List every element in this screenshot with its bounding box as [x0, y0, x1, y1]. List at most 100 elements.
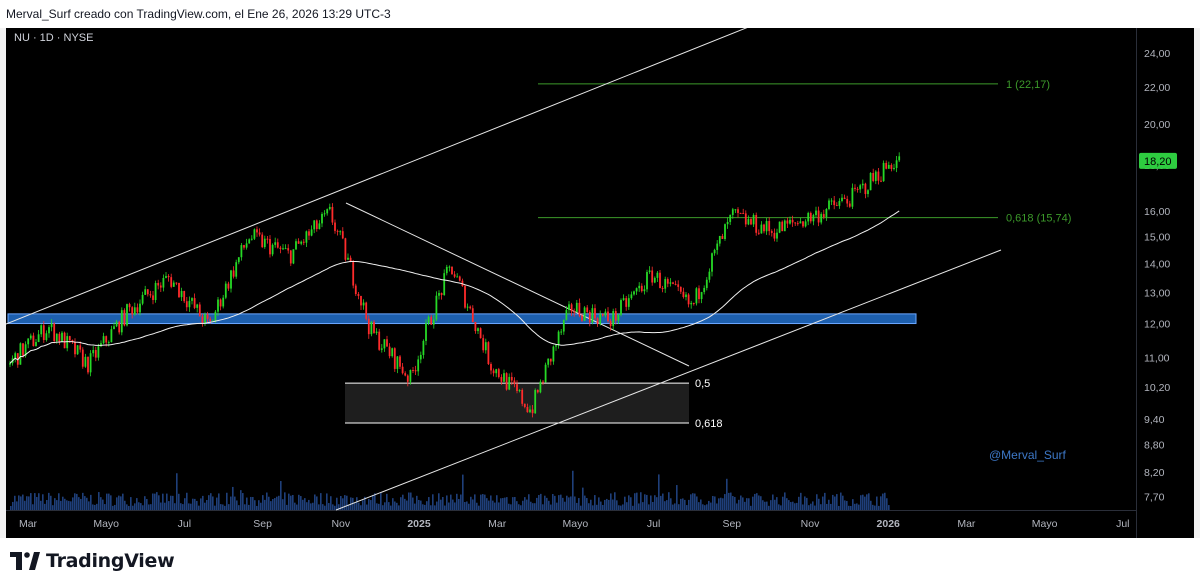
candle-body [354, 285, 357, 295]
volume-bar [622, 504, 624, 510]
candle-body [674, 283, 677, 285]
chart-area[interactable]: 0,5 0,618 1 (22,17) 0,618 (15,74) @Merval_Su… [6, 28, 1194, 538]
volume-bar [710, 502, 712, 510]
volume-bar [12, 501, 14, 510]
volume-bar [124, 500, 126, 510]
volume-bar [724, 494, 726, 510]
candle-body [874, 171, 877, 182]
price-chart[interactable]: 0,5 0,618 1 (22,17) 0,618 (15,74) @Merval_Su… [6, 28, 1194, 538]
volume-bar [326, 493, 328, 510]
volume-bar [452, 499, 454, 510]
volume-bar [420, 500, 422, 510]
candle-body [848, 203, 851, 207]
candle-body [731, 209, 734, 215]
volume-bar [390, 505, 392, 510]
volume-bar [608, 499, 610, 510]
volume-bar [184, 498, 186, 510]
candle-body [609, 321, 612, 327]
volume-bar [844, 500, 846, 510]
candle-body [479, 328, 482, 339]
volume-bar [714, 496, 716, 510]
volume-bar [586, 498, 588, 510]
volume-bar [678, 504, 680, 510]
volume-bar [42, 494, 44, 510]
volume-bar [760, 496, 762, 510]
volume-bar [434, 505, 436, 510]
candle-body [638, 285, 641, 289]
candle-body [323, 213, 326, 215]
volume-bar [866, 494, 868, 510]
candle-body [534, 389, 537, 414]
candle-body [27, 338, 30, 345]
volume-bar [454, 502, 456, 510]
volume-bar [530, 501, 532, 510]
volume-bar [62, 496, 64, 510]
candle-body [40, 325, 43, 335]
volume-bar [358, 502, 360, 510]
volume-bar [286, 504, 288, 510]
volume-bar [220, 504, 222, 510]
volume-bar [246, 497, 248, 510]
candle-body [227, 283, 230, 289]
volume-bar [514, 496, 516, 510]
candle-body [477, 328, 479, 332]
volume-bar [372, 494, 374, 510]
candle-body [276, 242, 279, 248]
volume-bar [574, 496, 576, 510]
candle-body [872, 172, 875, 182]
candle-body [601, 314, 604, 316]
volume-bar [176, 473, 178, 510]
volume-bar [854, 503, 856, 510]
volume-bar [468, 503, 470, 510]
candle-body [807, 212, 810, 222]
volume-bar [378, 503, 380, 510]
candle-body [92, 349, 95, 354]
candle-body [81, 349, 84, 367]
candle-body [799, 221, 802, 224]
candle-body [768, 221, 771, 232]
volume-bar [806, 497, 808, 510]
volume-bar [116, 497, 118, 510]
volume-bar [790, 502, 792, 510]
candle-body [490, 364, 492, 371]
volume-bar [426, 501, 428, 510]
volume-bar [360, 505, 362, 510]
candle-body [661, 287, 664, 289]
volume-bar [516, 501, 518, 510]
candle-body [53, 323, 56, 342]
candle-body [570, 304, 573, 312]
candle-body [469, 306, 472, 309]
candle-body [812, 215, 815, 222]
volume-bar [552, 494, 554, 510]
tradingview-logo[interactable]: TradingView [10, 550, 175, 572]
candle-body [295, 241, 297, 250]
volume-bar [510, 504, 512, 510]
volume-bar [670, 498, 672, 510]
candle-body [822, 214, 825, 218]
volume-bar [72, 497, 74, 510]
volume-bar [634, 493, 636, 510]
candle-body [315, 220, 318, 230]
candle-body [248, 239, 251, 244]
candle-body [544, 364, 547, 383]
candle-body [258, 232, 261, 235]
candle-body [752, 214, 755, 225]
candle-body [630, 294, 633, 299]
volume-bar [392, 498, 394, 510]
candle-body [614, 311, 617, 321]
volume-bar [616, 500, 618, 510]
volume-bar [20, 496, 22, 510]
volume-bar [182, 504, 184, 510]
volume-bar [698, 502, 700, 510]
volume-bar [870, 500, 872, 510]
volume-bar [732, 496, 734, 510]
time-tick-label: Mayo [93, 518, 119, 530]
volume-bar [148, 504, 150, 510]
candle-body [32, 335, 35, 347]
candle-body [789, 219, 791, 224]
chart-caption: Merval_Surf creado con TradingView.com, … [0, 0, 1200, 28]
volume-bar [16, 501, 18, 510]
volume-bar [274, 498, 276, 510]
volume-bar [414, 503, 416, 510]
volume-bar [192, 498, 194, 510]
